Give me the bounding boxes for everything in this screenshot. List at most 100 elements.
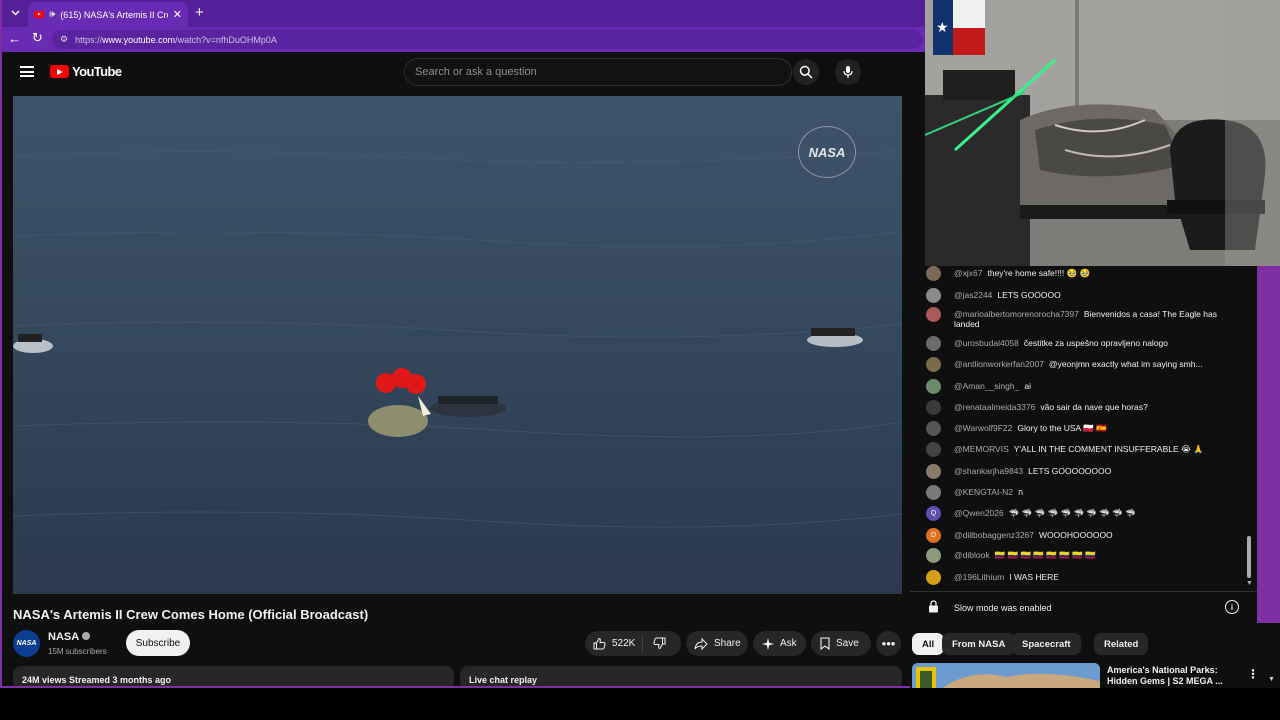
chat-author[interactable]: @renataalmeida3376 [954,402,1035,412]
chat-avatar[interactable] [926,570,941,585]
chat-author[interactable]: @dillbobaggenz3267 [954,530,1034,540]
video-player[interactable]: NASA [13,96,902,594]
chat-avatar[interactable] [926,485,941,500]
back-arrow-icon[interactable]: ← [8,31,21,46]
url-host: www.youtube.com [102,34,176,45]
chat-avatar[interactable] [926,266,941,281]
info-icon[interactable]: i [1225,600,1239,614]
chat-avatar[interactable] [926,379,941,394]
scroll-down-arrow-icon[interactable]: ▼ [1246,580,1253,587]
chat-message[interactable]: @antlionworkerfan2007 @yeonjmn exactly wh… [926,357,1231,372]
chat-author[interactable]: @urosbudal4058 [954,338,1019,348]
like-count: 522K [612,638,636,649]
chat-avatar[interactable] [926,336,941,351]
chat-author[interactable]: @MEMORVIS [954,444,1009,454]
chat-author[interactable]: @196Lithium [954,572,1004,582]
chip-related[interactable]: Related [1094,633,1149,655]
channel-avatar[interactable]: NASA [13,630,40,657]
more-vertical-icon[interactable]: ⋮ [1247,667,1259,681]
tab-youtube[interactable]: 🕪 (615) NASA's Artemis II Crew ✕ [28,2,188,27]
bookmark-icon [820,637,830,650]
more-actions-button[interactable]: ••• [876,631,901,656]
channel-name-text: NASA [48,631,80,643]
chat-message[interactable]: @Aman__singh_ ai [926,379,1231,394]
url-text[interactable]: https://www.youtube.com/watch?v=nfhDuOHM… [75,35,277,45]
chat-author[interactable]: @antlionworkerfan2007 [954,359,1044,369]
live-chat-replay-bar[interactable]: Live chat replay [460,666,902,686]
chat-message[interactable]: @renataalmeida3376 vão sair da nave que h… [926,400,1231,415]
chat-message[interactable]: @Warwolf9F22 Glory to the USA 🇵🇱 🇪🇸 [926,421,1231,436]
recommendation-thumbnail[interactable] [912,663,1100,688]
chat-avatar[interactable] [926,288,941,303]
chat-message[interactable]: @jas2244 LETS GOOOOO [926,288,1231,303]
chat-avatar[interactable] [926,548,941,563]
chat-text: čestitke za uspešno opravljeno nalogo [1023,338,1168,348]
chat-text: they're home safe!!!! 🥹 🥹 [987,268,1091,278]
chat-avatar[interactable]: Q [926,506,941,521]
browser-window: 🕪 (615) NASA's Artemis II Crew ✕ + ← ↻ ⚙… [2,0,925,686]
reload-icon[interactable]: ↻ [32,30,43,46]
chat-message[interactable]: @MEMORVIS Y'ALL IN THE COMMENT INSUFFERAB… [926,442,1231,457]
chat-message-body: @Aman__singh_ ai [954,381,1231,391]
chat-author[interactable]: @jas2244 [954,290,992,300]
menu-icon[interactable] [20,66,34,77]
tab-close-icon[interactable]: ✕ [173,8,182,21]
chat-avatar[interactable] [926,357,941,372]
chip-from-nasa[interactable]: From NASA [942,633,1016,655]
voice-search-button[interactable] [835,59,861,85]
chat-avatar[interactable] [926,400,941,415]
chat-author[interactable]: @diblook [954,550,990,560]
omnibox[interactable]: ⚙ https://www.youtube.com/watch?v=nfhDuO… [52,30,922,49]
chat-message-body: @diblook 🇨🇴 🇨🇴 🇨🇴 🇨🇴 🇨🇴 🇨🇴 🇨🇴 🇨🇴 [954,550,1231,560]
chat-author[interactable]: @xjx67 [954,268,982,278]
share-button[interactable]: Share [686,631,748,656]
chat-message[interactable]: @diblook 🇨🇴 🇨🇴 🇨🇴 🇨🇴 🇨🇴 🇨🇴 🇨🇴 🇨🇴 [926,548,1231,563]
chat-author[interactable]: @Aman__singh_ [954,381,1019,391]
new-tab-button[interactable]: + [195,4,204,21]
youtube-header: YouTube [2,52,925,92]
chat-author[interactable]: @marioalbertomorenorocha7397 [954,309,1079,319]
channel-name[interactable]: NASA [48,631,91,643]
chat-scrollbar[interactable] [1247,536,1251,578]
chat-message[interactable]: @marioalbertomorenorocha7397 Bienvenidos … [926,307,1231,329]
chat-footer: Slow mode was enabled i [910,591,1257,623]
speaker-icon[interactable]: 🕪 [49,9,55,20]
chip-all[interactable]: All [912,633,945,655]
chat-message[interactable]: Q @Qwen2026 🦈 🦈 🦈 🦈 🦈 🦈 🦈 🦈 🦈 🦈 [926,506,1231,521]
search-button[interactable] [793,59,819,85]
chat-message-body: @Qwen2026 🦈 🦈 🦈 🦈 🦈 🦈 🦈 🦈 🦈 🦈 [954,508,1231,518]
chat-avatar[interactable]: D [926,528,941,543]
chat-text: LETS GOOOOO [997,290,1061,300]
sparkle-icon [762,637,774,650]
chat-avatar[interactable] [926,442,941,457]
subscribe-button[interactable]: Subscribe [126,630,190,656]
chat-author[interactable]: @Qwen2026 [954,508,1004,518]
ask-button[interactable]: Ask [753,631,806,656]
youtube-logo[interactable]: YouTube [50,64,122,79]
save-button[interactable]: Save [811,631,871,656]
description-box[interactable]: 24M views Streamed 3 months ago [13,666,454,686]
chat-avatar[interactable] [926,464,941,479]
recommendation-card[interactable]: America's National Parks: Hidden Gems | … [910,663,1280,688]
chat-author[interactable]: @KENGTAI-N2 [954,487,1013,497]
chat-message[interactable]: @xjx67 they're home safe!!!! 🥹 🥹 [926,266,1231,281]
chat-message-body: @xjx67 they're home safe!!!! 🥹 🥹 [954,268,1231,278]
search-box[interactable] [404,58,792,86]
dislike-button[interactable] [643,637,666,650]
search-input[interactable] [415,66,755,78]
chat-message[interactable]: @KENGTAI-N2 ก [926,485,1231,500]
chat-message[interactable]: @urosbudal4058 čestitke za uspešno opravl… [926,336,1231,351]
tab-list-button[interactable] [5,4,25,22]
pane-scroll-down-icon[interactable]: ▼ [1268,676,1275,683]
chat-avatar[interactable] [926,421,941,436]
chat-author[interactable]: @Warwolf9F22 [954,423,1012,433]
chip-spacecraft[interactable]: Spacecraft [1012,633,1081,655]
tab-strip: 🕪 (615) NASA's Artemis II Crew ✕ + [2,0,925,27]
site-info-icon[interactable]: ⚙ [60,34,68,45]
chat-author[interactable]: @shankarjha9843 [954,466,1023,476]
chat-message[interactable]: @shankarjha9843 LETS GOOOOOOOO [926,464,1231,479]
chat-message[interactable]: @196Lithium I WAS HERE [926,570,1231,585]
chat-message[interactable]: D @dillbobaggenz3267 WOOOHOOOOOO [926,528,1231,543]
like-button[interactable]: 522K [585,635,643,652]
chat-avatar[interactable] [926,307,941,322]
